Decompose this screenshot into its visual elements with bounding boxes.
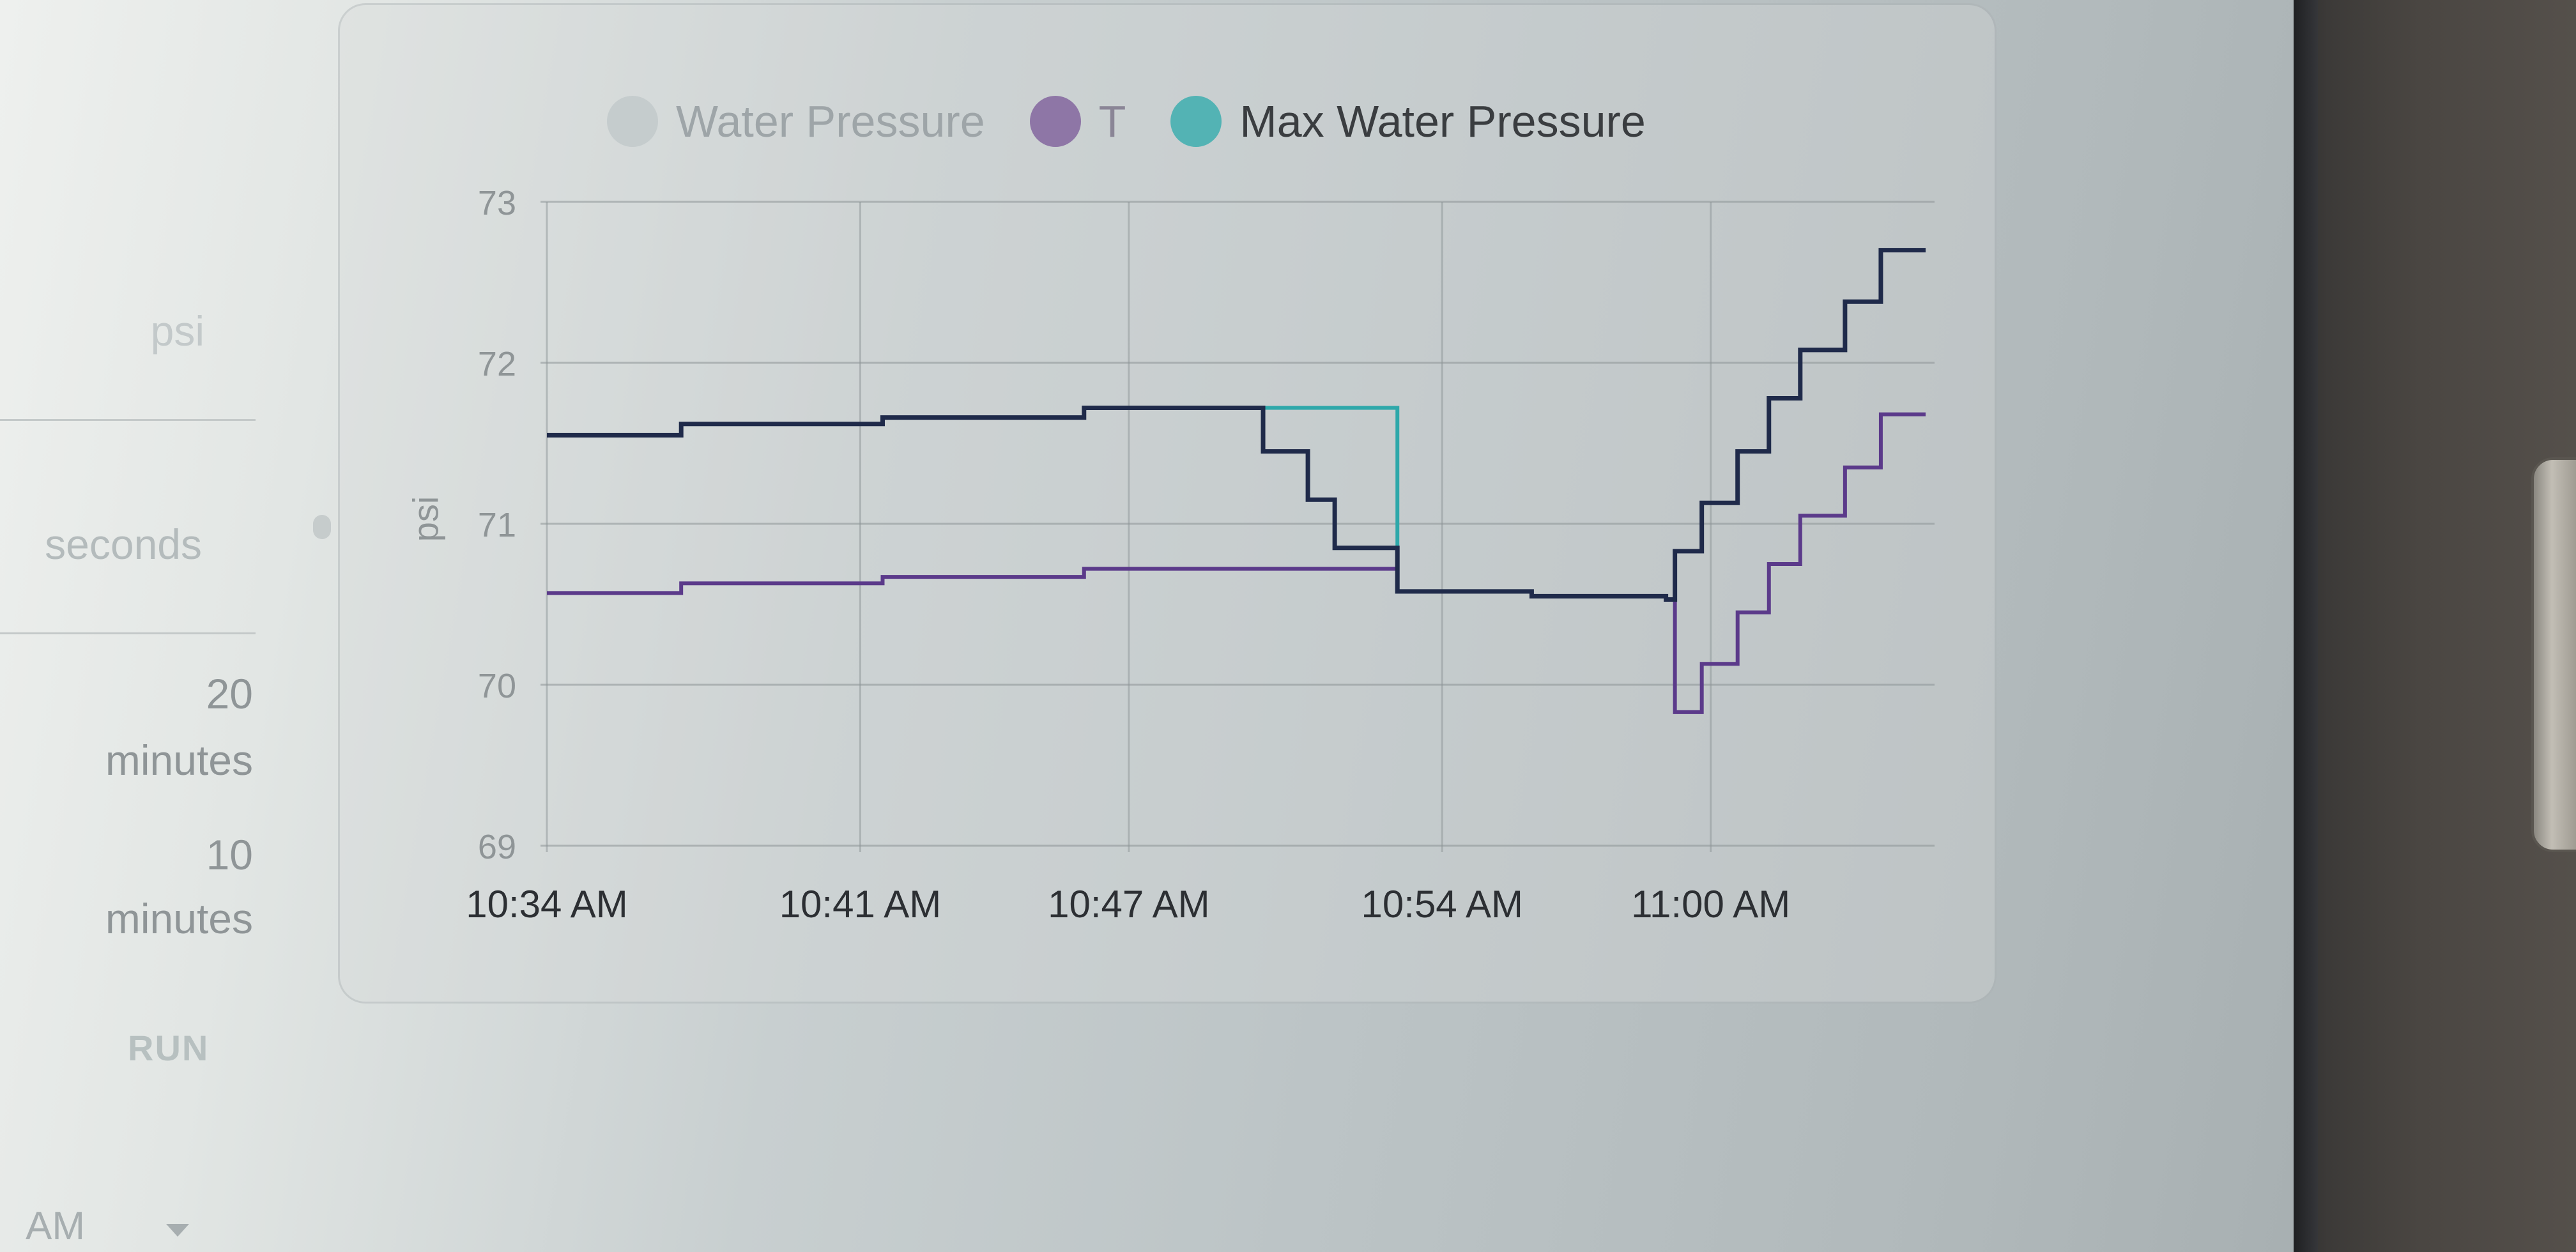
x-tick-label: 10:54 AM bbox=[1361, 883, 1524, 926]
line-chart: 73 72 71 70 69 10:34 AM 10:41 AM 10:47 AM 10:54 … bbox=[466, 184, 1935, 926]
x-tick-label: 10:34 AM bbox=[466, 883, 628, 926]
x-tick-label: 10:47 AM bbox=[1048, 883, 1210, 926]
series-line-t bbox=[547, 412, 1926, 714]
y-tick-label: 73 bbox=[478, 184, 516, 222]
y-tick-label: 71 bbox=[478, 506, 516, 544]
x-tick-label: 10:41 AM bbox=[779, 883, 942, 926]
y-tick-label: 69 bbox=[478, 828, 516, 866]
x-tick-label: 11:00 AM bbox=[1631, 883, 1790, 926]
series-line-overlay bbox=[547, 248, 1926, 602]
y-tick-label: 70 bbox=[478, 667, 516, 705]
y-tick-label: 72 bbox=[478, 345, 516, 383]
